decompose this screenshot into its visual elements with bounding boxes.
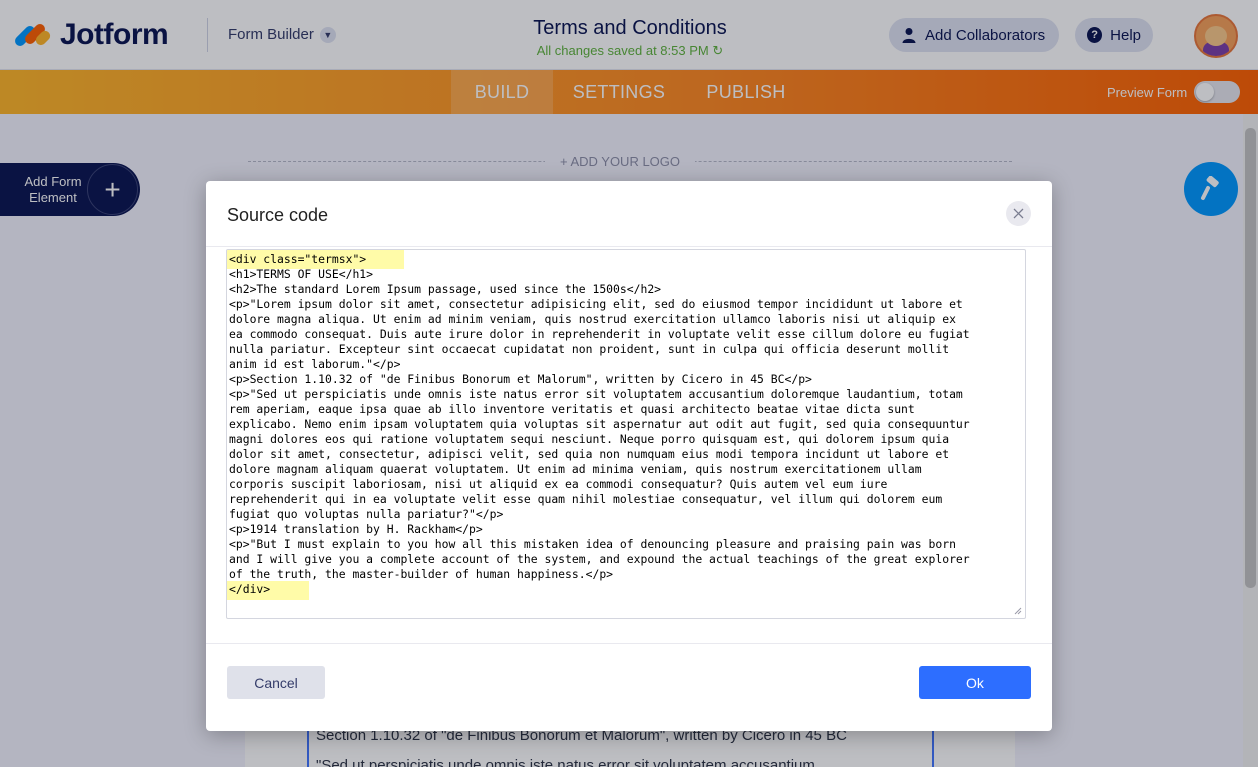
code-line: anim id est laborum."</p>	[229, 357, 401, 371]
code-line: corporis suscipit laboriosam, nisi ut al…	[229, 477, 888, 491]
dialog-title: Source code	[227, 205, 329, 225]
code-line: and I will give you a complete account o…	[229, 552, 970, 566]
code-line: reprehenderit qui in ea voluptate velit …	[229, 492, 943, 506]
code-lines: <div class="termsx"> <h1>TERMS OF USE</h1…	[227, 252, 970, 597]
code-line: explicabo. Nemo enim ipsam voluptatem qu…	[229, 417, 970, 431]
code-line: rem aperiam, eaque ipsa quae ab illo inv…	[229, 402, 915, 416]
code-line: <h1>TERMS OF USE</h1>	[229, 267, 374, 281]
resize-grip-icon[interactable]	[1014, 607, 1022, 615]
code-line: <p>"Lorem ipsum dolor sit amet, consecte…	[229, 297, 963, 311]
code-line: dolore magnam aliquam quaerat voluptatem…	[229, 462, 922, 476]
ok-button[interactable]: Ok	[919, 666, 1031, 699]
close-button[interactable]	[1006, 201, 1031, 226]
code-line: of the truth, the master-builder of huma…	[229, 567, 614, 581]
dialog-footer: Cancel Ok	[206, 643, 1052, 731]
code-line: <div class="termsx">	[229, 252, 367, 266]
code-line: nulla pariatur. Excepteur sint occaecat …	[229, 342, 950, 356]
close-icon	[1013, 208, 1024, 219]
code-line: dolore magna aliqua. Ut enim ad minim ve…	[229, 312, 956, 326]
code-line: </div>	[229, 582, 271, 596]
code-line: fugiat quo voluptas nulla pariatur?"</p>	[229, 507, 504, 521]
code-line: <p>Section 1.10.32 of "de Finibus Bonoru…	[229, 372, 812, 386]
code-line: <p>"But I must explain to you how all th…	[229, 537, 956, 551]
code-line: <h2>The standard Lorem Ipsum passage, us…	[229, 282, 662, 296]
code-line: ea commodo consequat. Duis aute irure do…	[229, 327, 970, 341]
cancel-button[interactable]: Cancel	[227, 666, 325, 699]
code-line: dolor sit amet, consectetur, adipisci ve…	[229, 447, 950, 461]
source-code-textarea[interactable]: <div class="termsx"> <h1>TERMS OF USE</h1…	[226, 249, 1026, 619]
code-line: magni dolores eos qui ratione voluptatem…	[229, 432, 950, 446]
code-line: <p>1914 translation by H. Rackham</p>	[229, 522, 483, 536]
code-line: <p>"Sed ut perspiciatis unde omnis iste …	[229, 387, 963, 401]
source-code-dialog: Source code <div class="termsx"> <h1>TERM…	[206, 181, 1052, 731]
dialog-header: Source code	[206, 181, 1052, 247]
